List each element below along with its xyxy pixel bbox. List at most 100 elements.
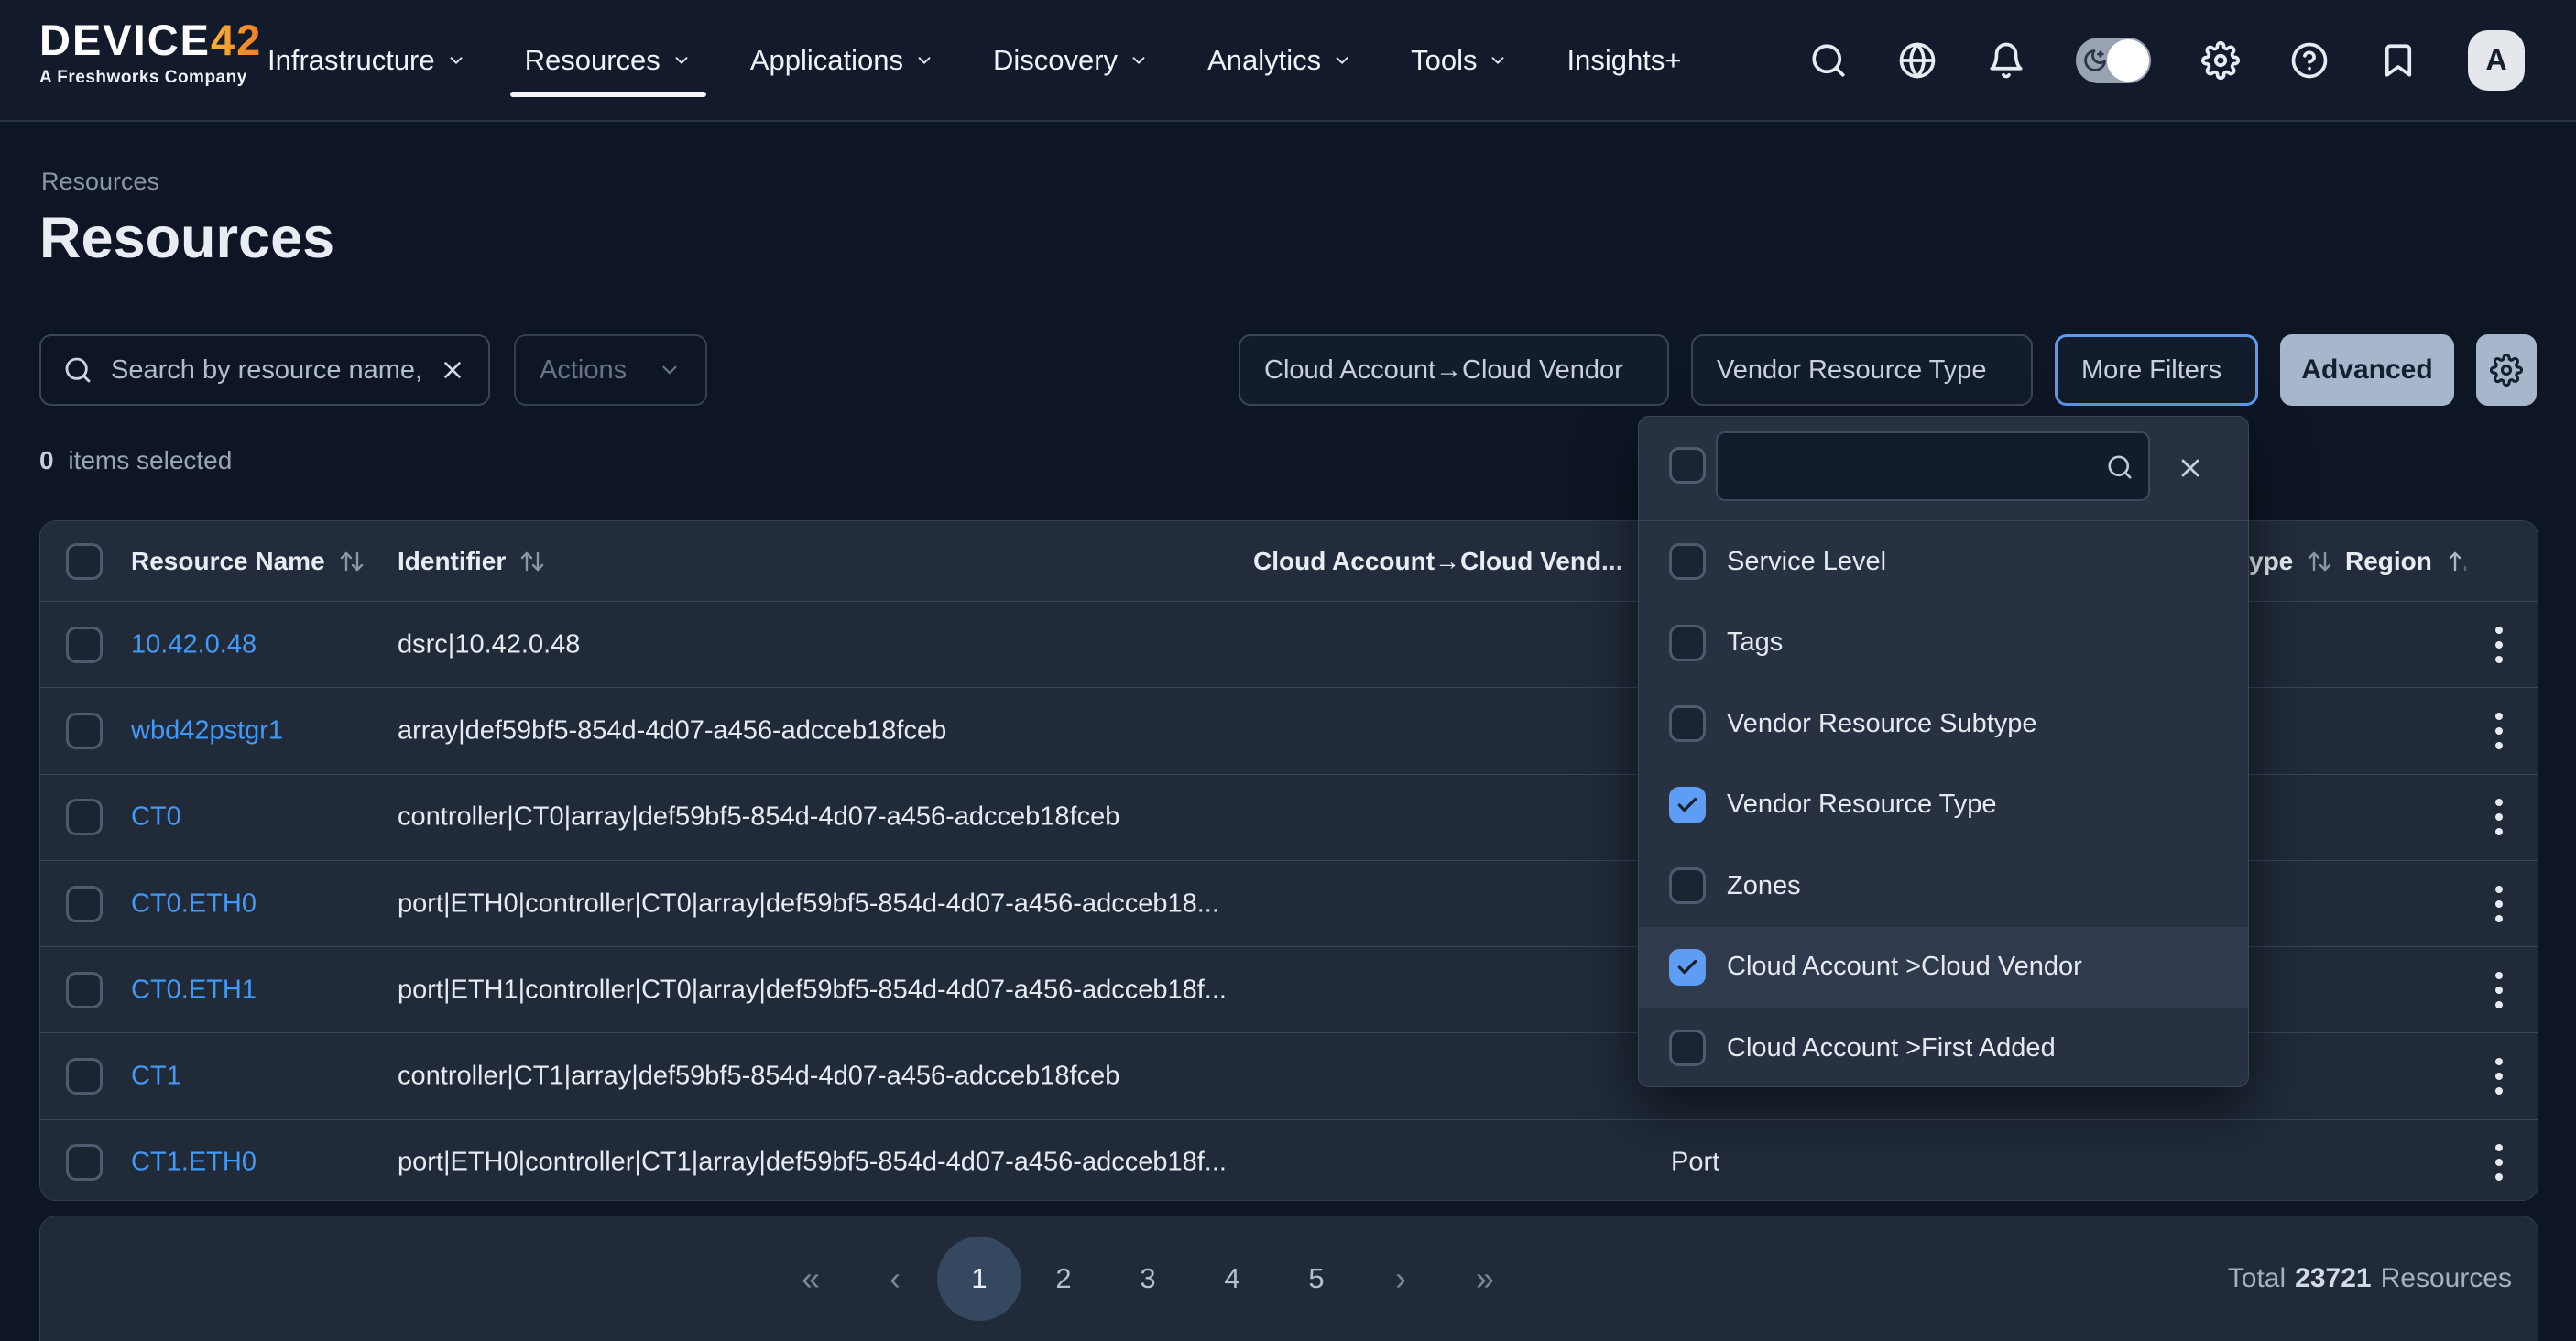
identifier-value: controller|CT1|array|def59bf5-854d-4d07-… (398, 1062, 1119, 1092)
logo-wordmark: DEVICE42 (39, 16, 262, 64)
theme-toggle[interactable] (2076, 38, 2151, 83)
actions-label: Actions (540, 355, 627, 386)
gear-icon[interactable] (2201, 41, 2240, 80)
page-title: Resources (39, 205, 334, 271)
advanced-button[interactable]: Advanced (2280, 334, 2454, 406)
page-button-5[interactable]: 5 (1274, 1237, 1359, 1321)
nav-insights-plus[interactable]: Insights+ (1566, 0, 1681, 120)
row-checkbox[interactable] (66, 799, 103, 835)
nav-label: Applications (750, 44, 903, 77)
filter-option-cloud-account-cloud-vendor[interactable]: Cloud Account >Cloud Vendor (1639, 927, 2248, 1008)
filters-group: Cloud Account→Cloud Vendor Vendor Resour… (1239, 334, 2537, 406)
row-checkbox[interactable] (66, 972, 103, 1008)
resource-name-link[interactable]: CT0 (131, 802, 181, 833)
row-checkbox[interactable] (66, 627, 103, 663)
resource-name-link[interactable]: 10.42.0.48 (131, 629, 257, 660)
total-count: 23721 (2295, 1263, 2371, 1294)
filter-option-tags[interactable]: Tags (1639, 603, 2248, 684)
nav-discovery[interactable]: Discovery (993, 0, 1149, 120)
row-menu-button[interactable] (2488, 878, 2510, 930)
nav-resources[interactable]: Resources (525, 0, 692, 120)
bell-icon[interactable] (1987, 41, 2025, 80)
page-button-4[interactable]: 4 (1190, 1237, 1274, 1321)
filter-option-vendor-resource-type[interactable]: Vendor Resource Type (1639, 765, 2248, 846)
vendor-resource-type-filter[interactable]: Vendor Resource Type (1691, 334, 2033, 406)
row-menu-button[interactable] (2488, 619, 2510, 670)
identifier-value: port|ETH1|controller|CT0|array|def59bf5-… (398, 975, 1227, 1005)
table-settings-button[interactable] (2476, 334, 2537, 406)
toggle-knob (2107, 39, 2149, 82)
actions-dropdown-button[interactable]: Actions (514, 334, 707, 406)
row-checkbox[interactable] (66, 713, 103, 749)
row-checkbox[interactable] (66, 1058, 103, 1095)
checkbox-checked[interactable] (1669, 787, 1706, 823)
row-menu-button[interactable] (2488, 1051, 2510, 1102)
nav-tools[interactable]: Tools (1411, 0, 1508, 120)
resource-name-link[interactable]: CT0.ETH1 (131, 975, 257, 1005)
last-page-button[interactable]: » (1443, 1237, 1527, 1321)
row-checkbox[interactable] (66, 1144, 103, 1181)
column-header-cloud-account-vendor[interactable]: Cloud Account→Cloud Vend... (1253, 547, 1622, 576)
checkbox[interactable] (1669, 625, 1706, 661)
topbar-icon-group: A (1809, 0, 2525, 120)
active-nav-underline (510, 92, 706, 97)
checkbox[interactable] (1669, 705, 1706, 742)
nav-analytics[interactable]: Analytics (1207, 0, 1352, 120)
filter-option-cloud-account-first-added[interactable]: Cloud Account >First Added (1639, 1008, 2248, 1089)
row-menu-button[interactable] (2488, 791, 2510, 843)
previous-page-button[interactable]: ‹ (853, 1237, 937, 1321)
nav-infrastructure[interactable]: Infrastructure (267, 0, 466, 120)
resource-search-input[interactable]: Search by resource name, (39, 334, 490, 406)
filter-option-vendor-resource-subtype[interactable]: Vendor Resource Subtype (1639, 683, 2248, 765)
more-filters-button[interactable]: More Filters (2055, 334, 2258, 406)
sort-icon[interactable] (518, 549, 546, 574)
filter-search-input[interactable] (1716, 431, 2150, 501)
nav-applications[interactable]: Applications (750, 0, 934, 120)
checkbox[interactable] (1669, 867, 1706, 904)
row-menu-button[interactable] (2488, 965, 2510, 1016)
resource-name-link[interactable]: CT1.ETH0 (131, 1148, 257, 1178)
column-header-identifier[interactable]: Identifier (398, 547, 506, 576)
bookmark-icon[interactable] (2379, 41, 2418, 80)
chevron-down-icon (658, 358, 682, 382)
filter-option-service-level[interactable]: Service Level (1639, 521, 2248, 603)
checkbox[interactable] (1669, 543, 1706, 580)
cloud-account-vendor-filter[interactable]: Cloud Account→Cloud Vendor (1239, 334, 1669, 406)
row-menu-button[interactable] (2488, 1137, 2510, 1188)
column-header-resource-name[interactable]: Resource Name (131, 547, 325, 576)
identifier-value: controller|CT0|array|def59bf5-854d-4d07-… (398, 802, 1119, 833)
resource-name-link[interactable]: CT1 (131, 1062, 181, 1092)
device42-logo[interactable]: DEVICE42 A Freshworks Company (39, 16, 262, 88)
page-button-3[interactable]: 3 (1106, 1237, 1190, 1321)
row-menu-button[interactable] (2488, 705, 2510, 757)
filter-option-zones[interactable]: Zones (1639, 845, 2248, 927)
resource-name-link[interactable]: wbd42pstgr1 (131, 715, 283, 746)
first-page-button[interactable]: « (769, 1237, 853, 1321)
help-icon[interactable] (2290, 41, 2329, 80)
column-header-type-partial[interactable]: ype (2249, 547, 2293, 576)
controls-row: Search by resource name, Actions Cloud A… (0, 334, 2576, 406)
page-button-1[interactable]: 1 (937, 1237, 1021, 1321)
total-resources: Total 23721 Resources (2228, 1216, 2512, 1341)
checkbox[interactable] (1669, 1030, 1706, 1066)
sort-icon[interactable] (2306, 549, 2333, 574)
clear-search-icon[interactable] (439, 356, 466, 384)
page-button-2[interactable]: 2 (1021, 1237, 1106, 1321)
search-icon[interactable] (1809, 41, 1848, 80)
breadcrumb[interactable]: Resources (41, 168, 159, 196)
row-checkbox[interactable] (66, 886, 103, 922)
column-header-region[interactable]: Region (2345, 547, 2432, 576)
identifier-value: port|ETH0|controller|CT0|array|def59bf5-… (398, 889, 1219, 919)
moon-icon (2082, 48, 2108, 73)
select-all-checkbox[interactable] (66, 543, 103, 580)
globe-icon[interactable] (1898, 41, 1937, 80)
resource-name-link[interactable]: CT0.ETH0 (131, 889, 257, 919)
filter-option-label: Vendor Resource Type (1727, 790, 1997, 820)
filter-select-all-checkbox[interactable] (1669, 447, 1706, 484)
sort-icon[interactable] (338, 549, 366, 574)
checkbox-checked[interactable] (1669, 949, 1706, 986)
close-icon[interactable] (2176, 453, 2205, 483)
next-page-button[interactable]: › (1359, 1237, 1443, 1321)
sort-asc-icon[interactable] (2445, 549, 2472, 574)
user-avatar[interactable]: A (2468, 30, 2525, 91)
